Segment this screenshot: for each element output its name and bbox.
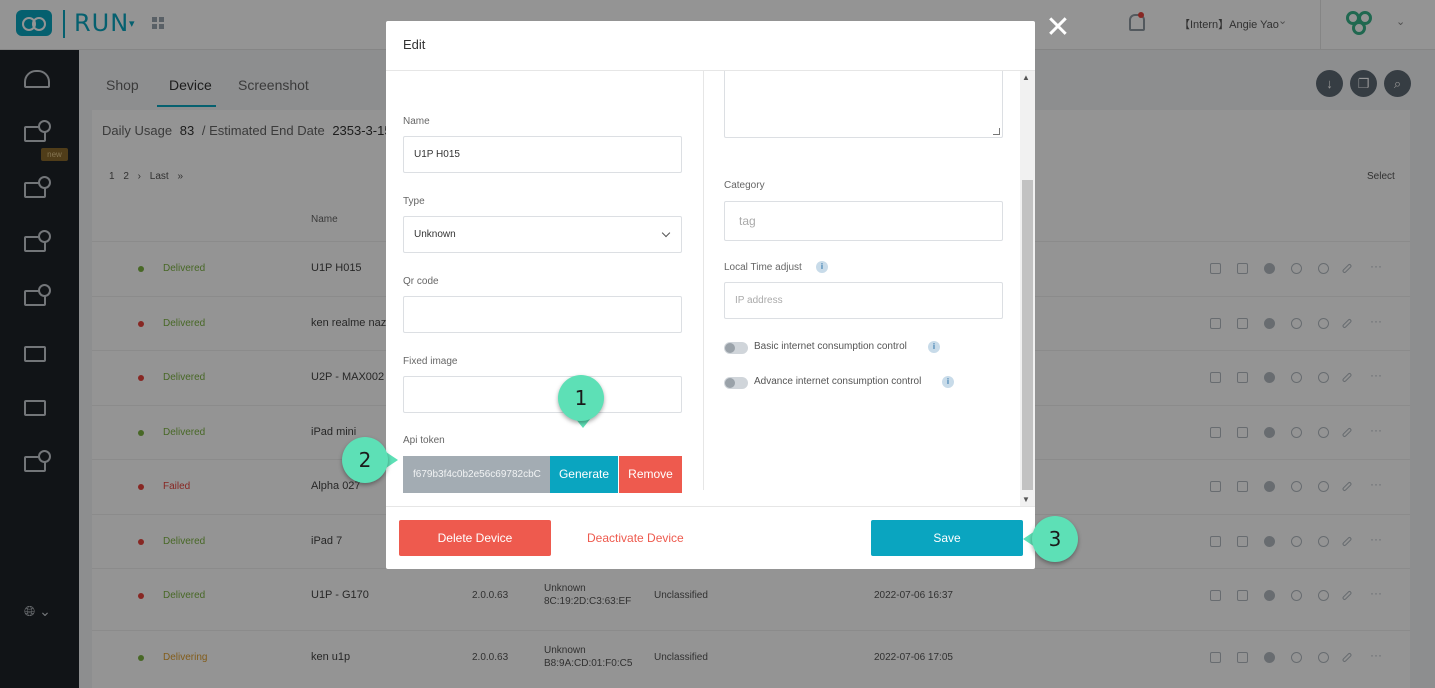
basic-internet-label: Basic internet consumption control bbox=[754, 341, 907, 352]
remove-token-button[interactable]: Remove bbox=[619, 456, 682, 493]
local-time-info-icon[interactable]: i bbox=[816, 261, 828, 273]
fixed-image-field[interactable] bbox=[403, 376, 682, 413]
delete-device-button[interactable]: Delete Device bbox=[399, 520, 551, 556]
callout-marker-2: 2 bbox=[342, 437, 388, 483]
local-time-input[interactable]: IP address bbox=[724, 282, 1003, 319]
api-token-label: Api token bbox=[403, 435, 445, 446]
name-label: Name bbox=[403, 116, 430, 127]
modal-body: Name U1P H015 Type Unknown Qr code Fixed… bbox=[386, 71, 1035, 507]
advance-internet-info-icon[interactable]: i bbox=[942, 376, 954, 388]
modal-footer-divider bbox=[386, 506, 1035, 507]
deactivate-device-button[interactable]: Deactivate Device bbox=[587, 531, 684, 545]
type-selected-value: Unknown bbox=[414, 229, 456, 240]
qr-code-field[interactable] bbox=[403, 296, 682, 333]
modal-scrollbar-thumb[interactable] bbox=[1022, 180, 1033, 490]
local-time-label: Local Time adjust bbox=[724, 262, 802, 273]
callout-marker-1: 1 bbox=[558, 375, 604, 421]
chevron-down-icon bbox=[661, 228, 671, 238]
basic-internet-info-icon[interactable]: i bbox=[928, 341, 940, 353]
category-label: Category bbox=[724, 180, 765, 191]
fixed-image-label: Fixed image bbox=[403, 356, 458, 367]
callout-marker-3: 3 bbox=[1032, 516, 1078, 562]
edit-device-modal: Edit Name U1P H015 Type Unknown Qr code … bbox=[386, 21, 1035, 569]
api-token-field[interactable]: f679b3f4c0b2e56c69782cbC bbox=[403, 456, 550, 493]
basic-internet-toggle[interactable] bbox=[724, 342, 748, 354]
category-tag-input[interactable]: tag bbox=[724, 201, 1003, 241]
save-button[interactable]: Save bbox=[871, 520, 1023, 556]
close-icon[interactable]: ✕ bbox=[1045, 13, 1071, 43]
type-label: Type bbox=[403, 196, 425, 207]
scroll-down-arrow-icon[interactable]: ▼ bbox=[1022, 495, 1030, 504]
column-divider bbox=[703, 71, 704, 490]
modal-title: Edit bbox=[403, 37, 426, 52]
notes-textarea[interactable] bbox=[724, 71, 1003, 138]
advance-internet-toggle[interactable] bbox=[724, 377, 748, 389]
advance-internet-label: Advance internet consumption control bbox=[754, 376, 922, 387]
generate-token-button[interactable]: Generate bbox=[550, 456, 618, 493]
type-select[interactable]: Unknown bbox=[403, 216, 682, 253]
qr-code-label: Qr code bbox=[403, 276, 439, 287]
name-field[interactable]: U1P H015 bbox=[403, 136, 682, 173]
scroll-up-arrow-icon[interactable]: ▲ bbox=[1022, 73, 1030, 82]
